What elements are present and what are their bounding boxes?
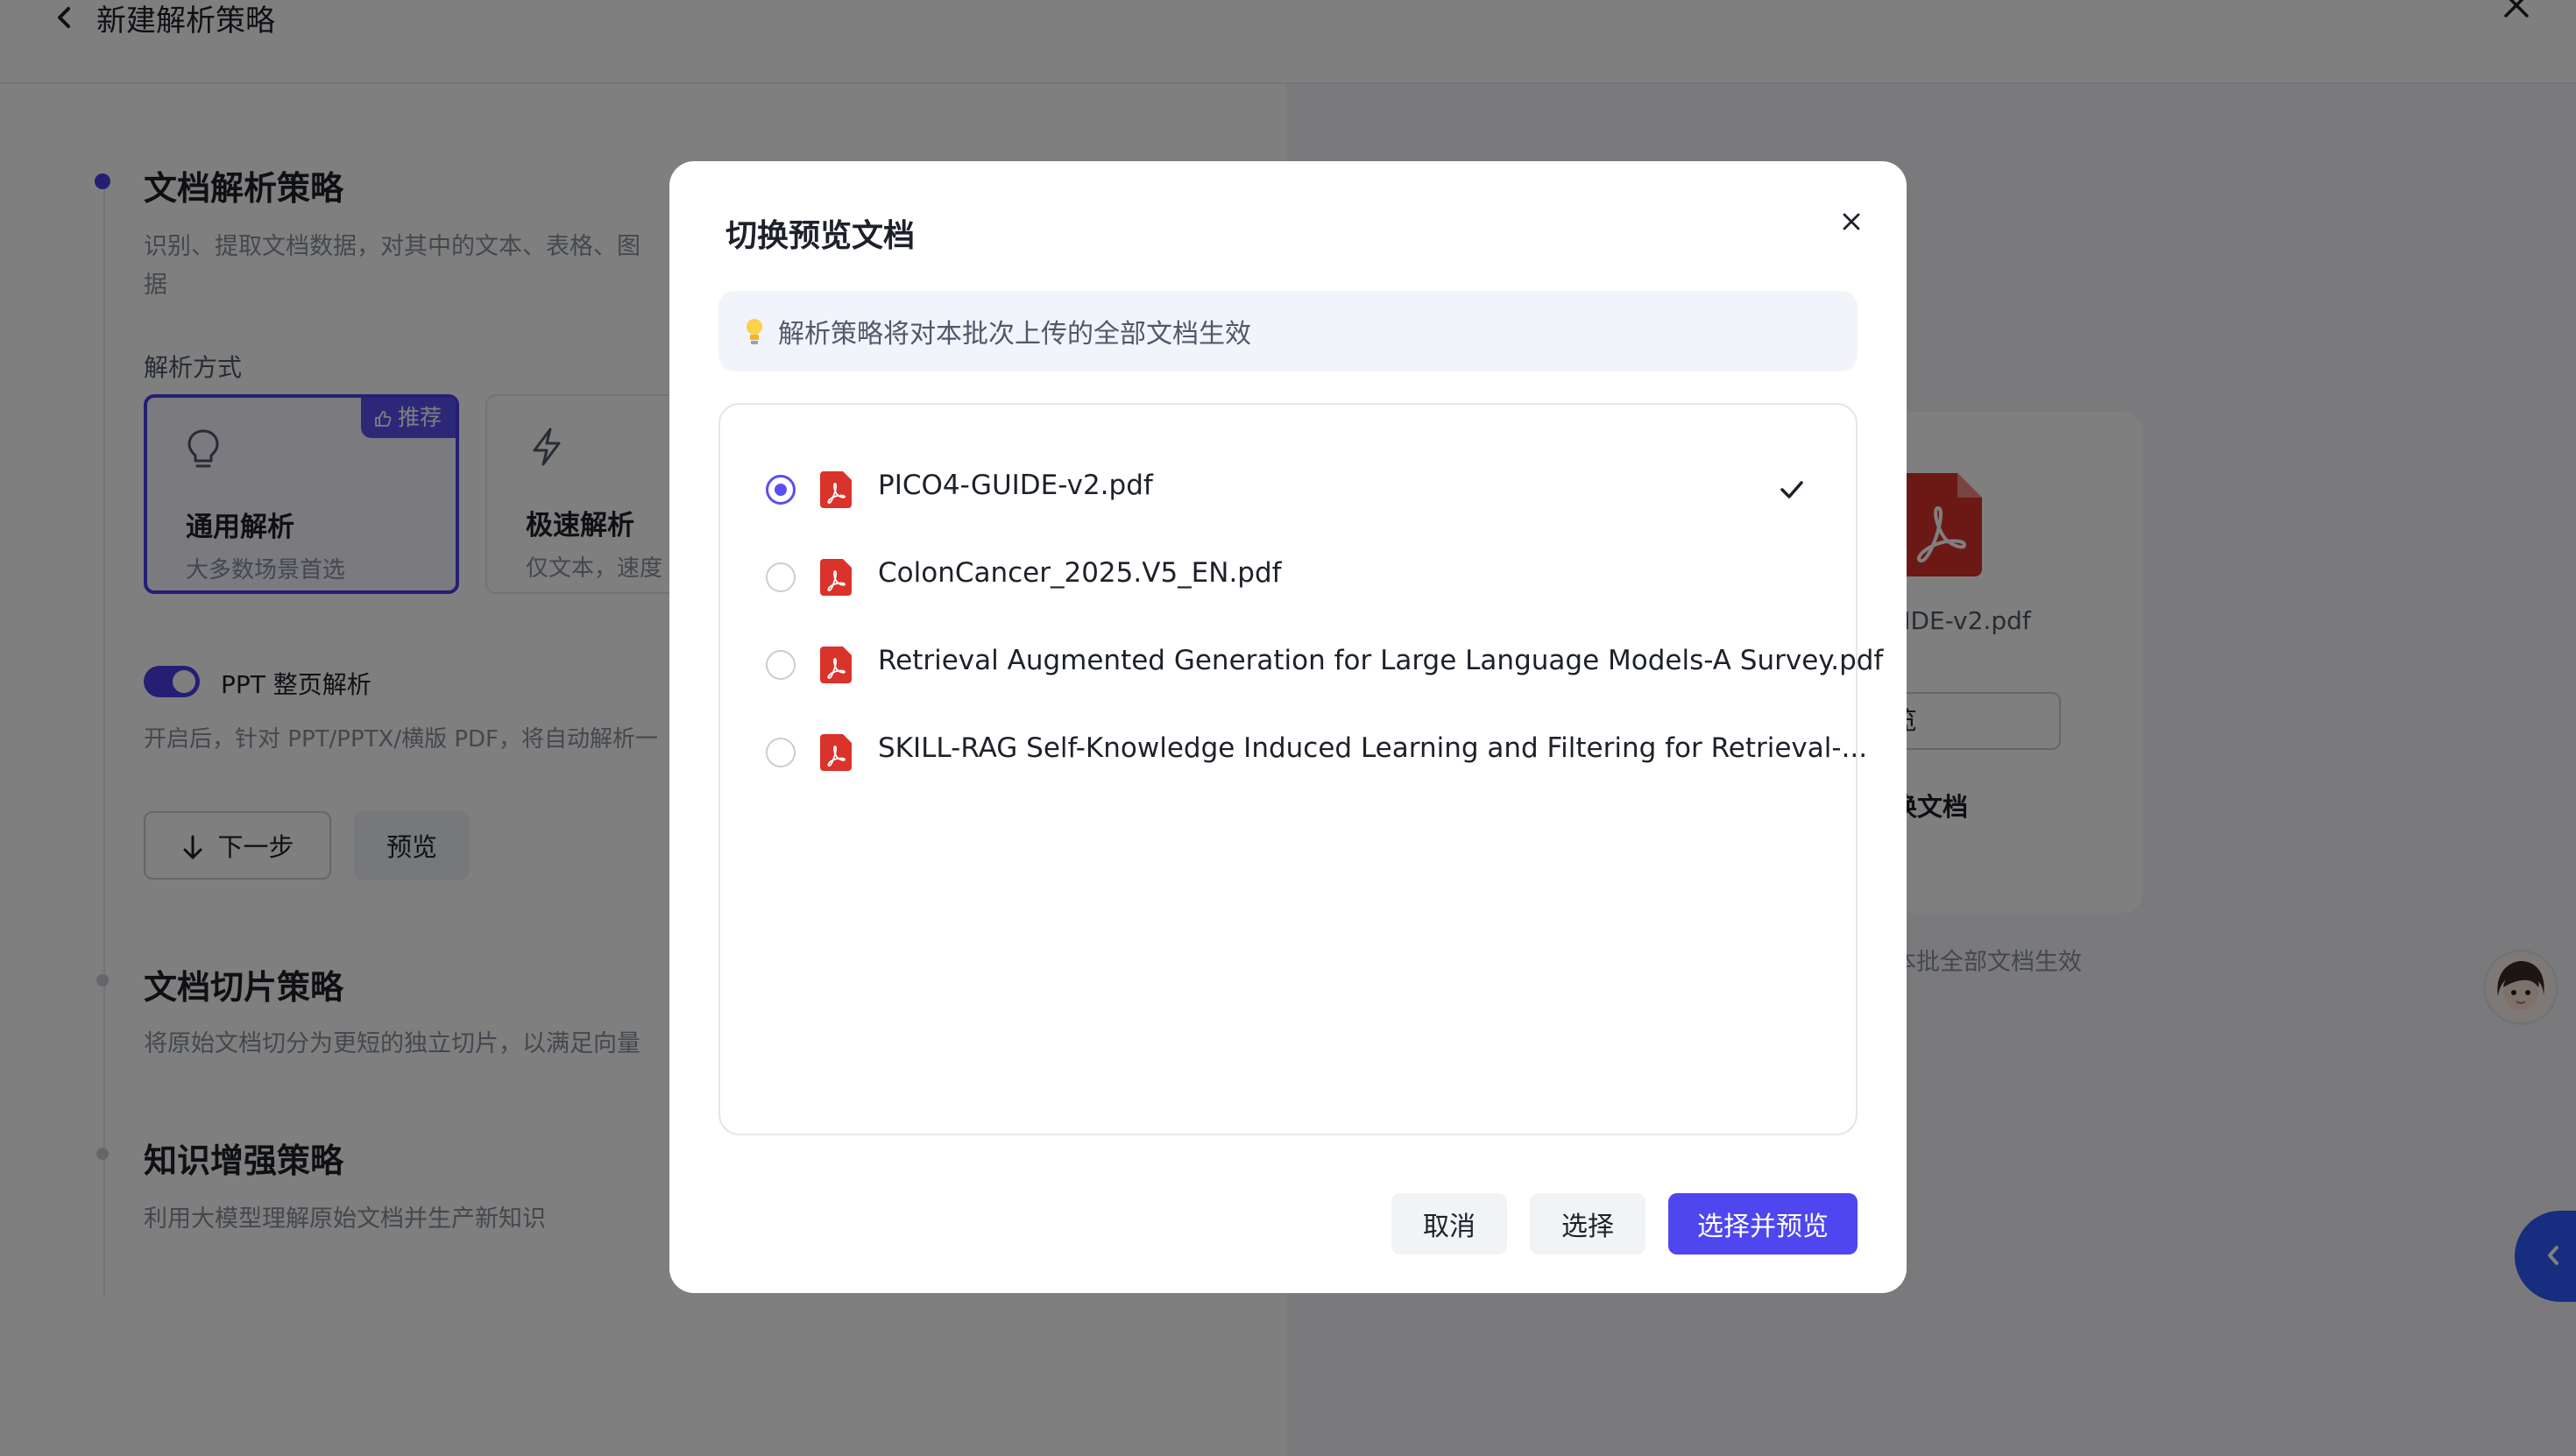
tip-text: 解析策略将对本批次上传的全部文档生效 bbox=[778, 319, 1251, 350]
pdf-file-icon bbox=[820, 471, 852, 508]
pdf-file-icon bbox=[820, 647, 852, 683]
radio-unselected[interactable] bbox=[766, 738, 796, 767]
pdf-file-icon bbox=[820, 559, 852, 596]
radio-unselected[interactable] bbox=[766, 650, 796, 680]
select-button[interactable]: 选择 bbox=[1530, 1193, 1645, 1255]
pdf-file-icon bbox=[820, 734, 852, 771]
radio-selected[interactable] bbox=[766, 475, 796, 505]
dialog-title: 切换预览文档 bbox=[725, 218, 916, 254]
list-item-file-4[interactable]: SKILL-RAG Self-Knowledge Induced Learnin… bbox=[720, 708, 1867, 795]
switch-preview-dialog: 切换预览文档 解析策略将对本批次上传的全部文档生效 PICO4-GUIDE-v2… bbox=[669, 161, 1907, 1293]
select-and-preview-button[interactable]: 选择并预览 bbox=[1668, 1193, 1858, 1255]
file-name: SKILL-RAG Self-Knowledge Induced Learnin… bbox=[878, 732, 1868, 764]
file-list: PICO4-GUIDE-v2.pdf ColonCancer_2025.V5_E… bbox=[718, 403, 1883, 1135]
check-icon bbox=[1780, 481, 1803, 498]
file-name: Retrieval Augmented Generation for Large… bbox=[878, 645, 1884, 676]
radio-unselected[interactable] bbox=[766, 562, 796, 592]
file-name: PICO4-GUIDE-v2.pdf bbox=[878, 470, 1153, 501]
dialog-tip: 解析策略将对本批次上传的全部文档生效 bbox=[718, 291, 1858, 371]
list-item-file-3[interactable]: Retrieval Augmented Generation for Large… bbox=[720, 620, 1883, 708]
list-item-file-1[interactable]: PICO4-GUIDE-v2.pdf bbox=[720, 445, 1856, 533]
lightbulb-icon bbox=[747, 319, 762, 344]
file-name: ColonCancer_2025.V5_EN.pdf bbox=[878, 557, 1282, 589]
list-item-file-2[interactable]: ColonCancer_2025.V5_EN.pdf bbox=[720, 533, 1856, 620]
cancel-button[interactable]: 取消 bbox=[1391, 1193, 1507, 1255]
close-icon[interactable] bbox=[1835, 205, 1868, 238]
page: 新建解析策略 文档解析策略 识别、提取文档数据，对其中的文本、表格、图 据 解析… bbox=[0, 0, 2576, 1456]
